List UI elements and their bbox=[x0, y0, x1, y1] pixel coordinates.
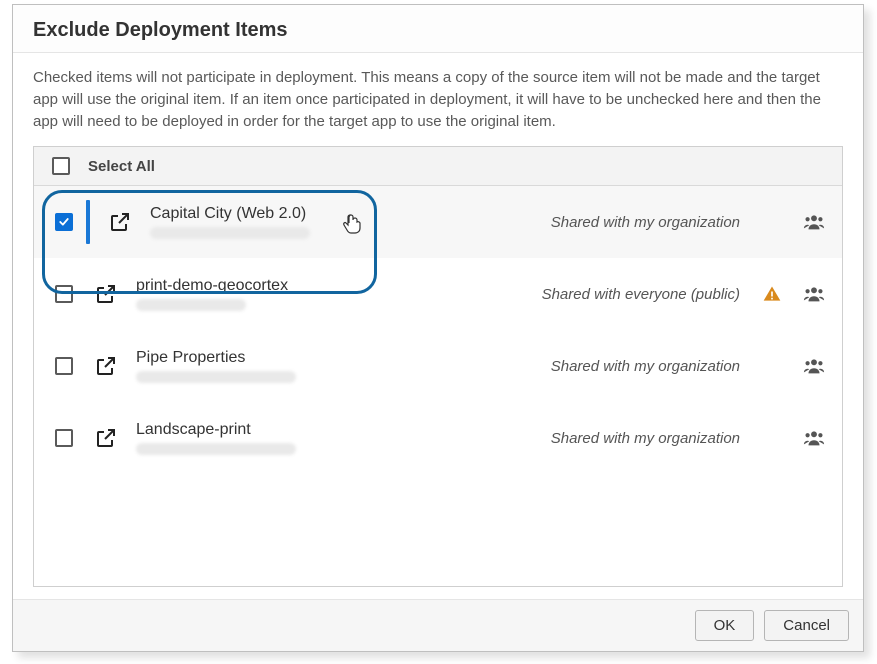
list-item[interactable]: Capital City (Web 2.0) Shared with my or… bbox=[34, 186, 842, 258]
selection-accent-bar bbox=[86, 200, 90, 244]
item-subtitle-redacted bbox=[136, 443, 296, 455]
item-title: Pipe Properties bbox=[136, 349, 535, 367]
list-item[interactable]: Pipe Properties Shared with my organizat… bbox=[34, 330, 842, 402]
item-checkbox[interactable] bbox=[55, 357, 73, 375]
item-shared-status: Shared with my organization bbox=[551, 214, 744, 231]
select-all-row[interactable]: Select All bbox=[34, 147, 842, 186]
warning-icon bbox=[760, 284, 784, 304]
external-link-icon[interactable] bbox=[92, 282, 120, 306]
dialog-header: Exclude Deployment Items bbox=[13, 5, 863, 53]
list-item[interactable]: print-demo-geocortex Shared with everyon… bbox=[34, 258, 842, 330]
items-list-body: Capital City (Web 2.0) Shared with my or… bbox=[34, 186, 842, 586]
items-list: Select All bbox=[33, 146, 843, 587]
item-checkbox[interactable] bbox=[55, 285, 73, 303]
select-all-label: Select All bbox=[88, 158, 155, 175]
item-subtitle-redacted bbox=[136, 371, 296, 383]
ok-button[interactable]: OK bbox=[695, 610, 755, 641]
item-title: print-demo-geocortex bbox=[136, 277, 526, 295]
item-checkbox[interactable] bbox=[55, 429, 73, 447]
dialog-body: Checked items will not participate in de… bbox=[13, 53, 863, 599]
select-all-checkbox[interactable] bbox=[52, 157, 70, 175]
item-shared-status: Shared with everyone (public) bbox=[542, 286, 744, 303]
item-title: Landscape-print bbox=[136, 421, 535, 439]
item-title: Capital City (Web 2.0) bbox=[150, 205, 535, 223]
external-link-icon[interactable] bbox=[106, 210, 134, 234]
group-icon bbox=[800, 283, 828, 305]
external-link-icon[interactable] bbox=[92, 426, 120, 450]
item-subtitle-redacted bbox=[150, 227, 310, 239]
dialog-description: Checked items will not participate in de… bbox=[33, 67, 843, 132]
item-subtitle-redacted bbox=[136, 299, 246, 311]
cancel-button[interactable]: Cancel bbox=[764, 610, 849, 641]
dialog-title: Exclude Deployment Items bbox=[33, 19, 843, 42]
external-link-icon[interactable] bbox=[92, 354, 120, 378]
item-shared-status: Shared with my organization bbox=[551, 358, 744, 375]
exclude-deployment-dialog: Exclude Deployment Items Checked items w… bbox=[12, 4, 864, 652]
group-icon bbox=[800, 211, 828, 233]
list-item[interactable]: Landscape-print Shared with my organizat… bbox=[34, 402, 842, 474]
group-icon bbox=[800, 355, 828, 377]
item-shared-status: Shared with my organization bbox=[551, 430, 744, 447]
group-icon bbox=[800, 427, 828, 449]
item-checkbox[interactable] bbox=[55, 213, 73, 231]
dialog-footer: OK Cancel bbox=[13, 599, 863, 651]
